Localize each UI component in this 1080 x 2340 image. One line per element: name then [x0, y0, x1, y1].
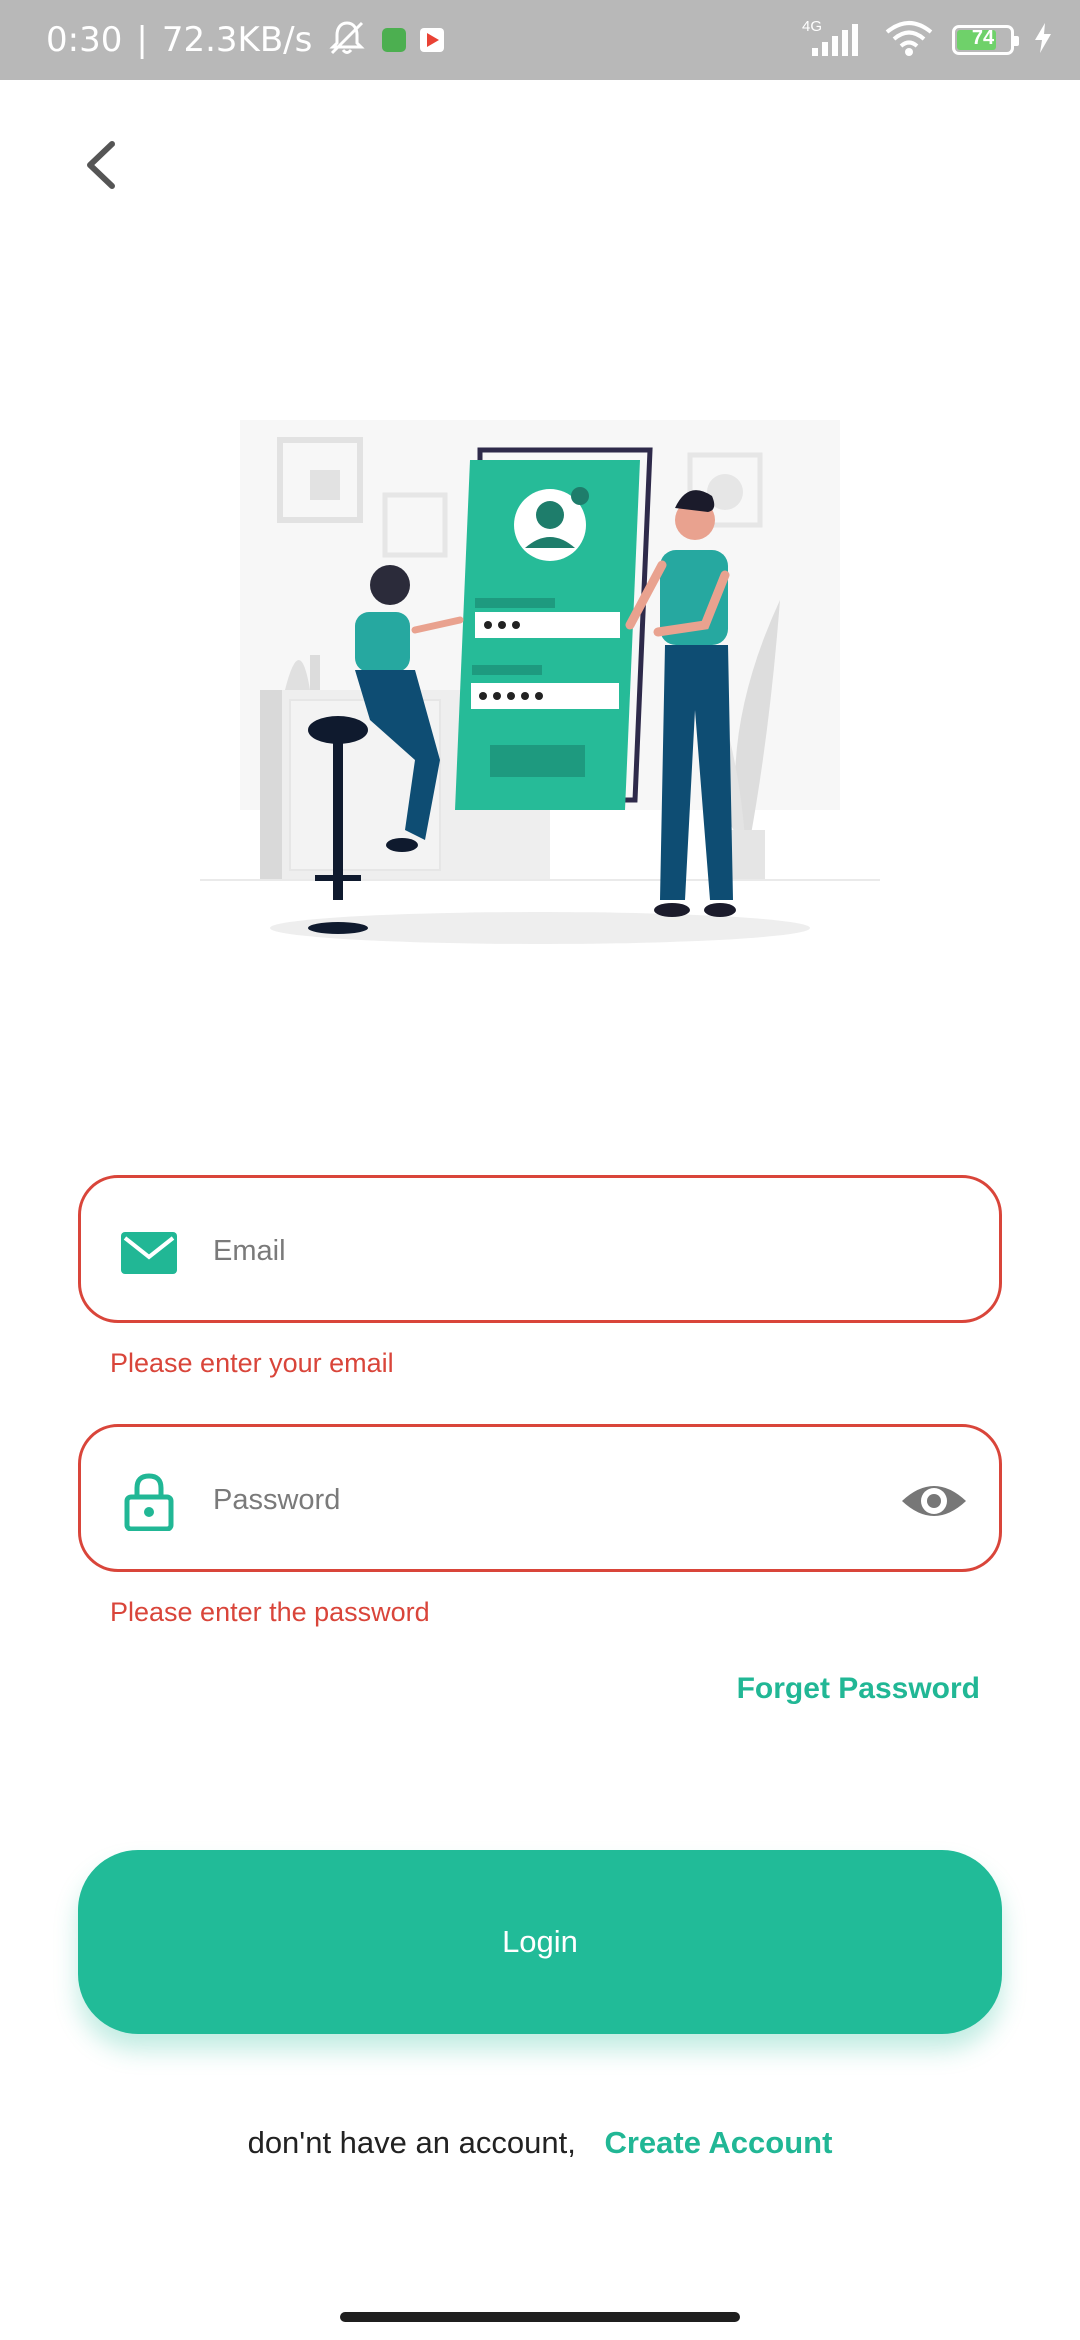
charging-icon — [1032, 21, 1054, 60]
email-input[interactable] — [211, 1208, 875, 1294]
home-indicator[interactable] — [340, 2312, 740, 2322]
wifi-icon — [884, 18, 934, 63]
forget-password-link[interactable]: Forget Password — [737, 1672, 980, 1706]
password-input[interactable] — [211, 1457, 875, 1543]
battery-level: 74 — [971, 27, 995, 49]
status-time: 0:30 — [46, 20, 123, 60]
email-error: Please enter your email — [110, 1348, 394, 1378]
app-notification-icon — [382, 28, 407, 52]
login-screen: 0:30 | 72.3KB/s 4G 74 Email Please enter… — [0, 0, 1080, 2340]
back-button[interactable] — [70, 130, 140, 200]
status-speed: 72.3KB/s — [161, 20, 313, 60]
status-separator: | — [136, 20, 148, 60]
login-button[interactable]: Login — [78, 1850, 1002, 2034]
login-illustration — [180, 400, 900, 960]
email-icon — [121, 1232, 177, 1274]
eye-icon[interactable] — [899, 1469, 969, 1533]
password-error: Please enter the password — [110, 1597, 430, 1627]
no-account-text: don'nt have an account, — [247, 2125, 576, 2160]
battery-icon: 74 — [952, 25, 1019, 55]
signup-prompt: don'nt have an account, Create Account — [0, 2125, 1080, 2161]
status-bar-right: 4G 74 — [800, 0, 1054, 80]
status-bar: 0:30 | 72.3KB/s 4G 74 — [0, 0, 1080, 80]
bell-off-icon — [326, 17, 368, 64]
play-store-icon — [420, 28, 445, 52]
status-bar-left: 0:30 | 72.3KB/s — [46, 0, 445, 80]
create-account-link[interactable]: Create Account — [604, 2125, 832, 2160]
password-field[interactable] — [78, 1424, 1002, 1572]
back-arrow-icon — [87, 141, 115, 189]
lock-icon — [124, 1473, 174, 1531]
signal-icon: 4G — [800, 18, 866, 60]
email-field[interactable] — [78, 1175, 1002, 1323]
